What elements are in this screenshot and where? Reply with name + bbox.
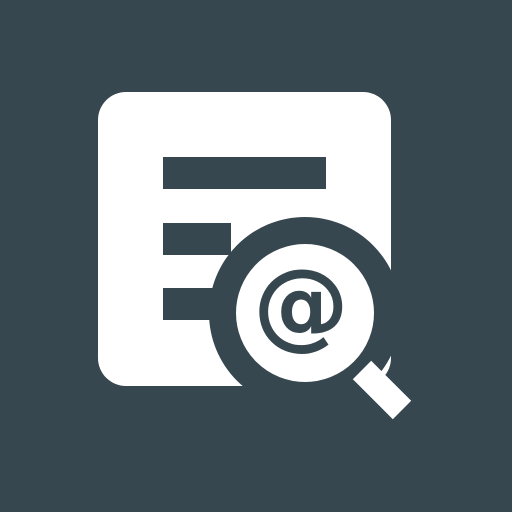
document-line-1 xyxy=(163,157,326,189)
email-search-icon: @ xyxy=(98,92,412,420)
magnifier-handle xyxy=(352,360,412,420)
icon-canvas: @ xyxy=(0,0,512,512)
at-sign-glyph: @ xyxy=(253,248,349,360)
document-line-2 xyxy=(163,223,231,255)
